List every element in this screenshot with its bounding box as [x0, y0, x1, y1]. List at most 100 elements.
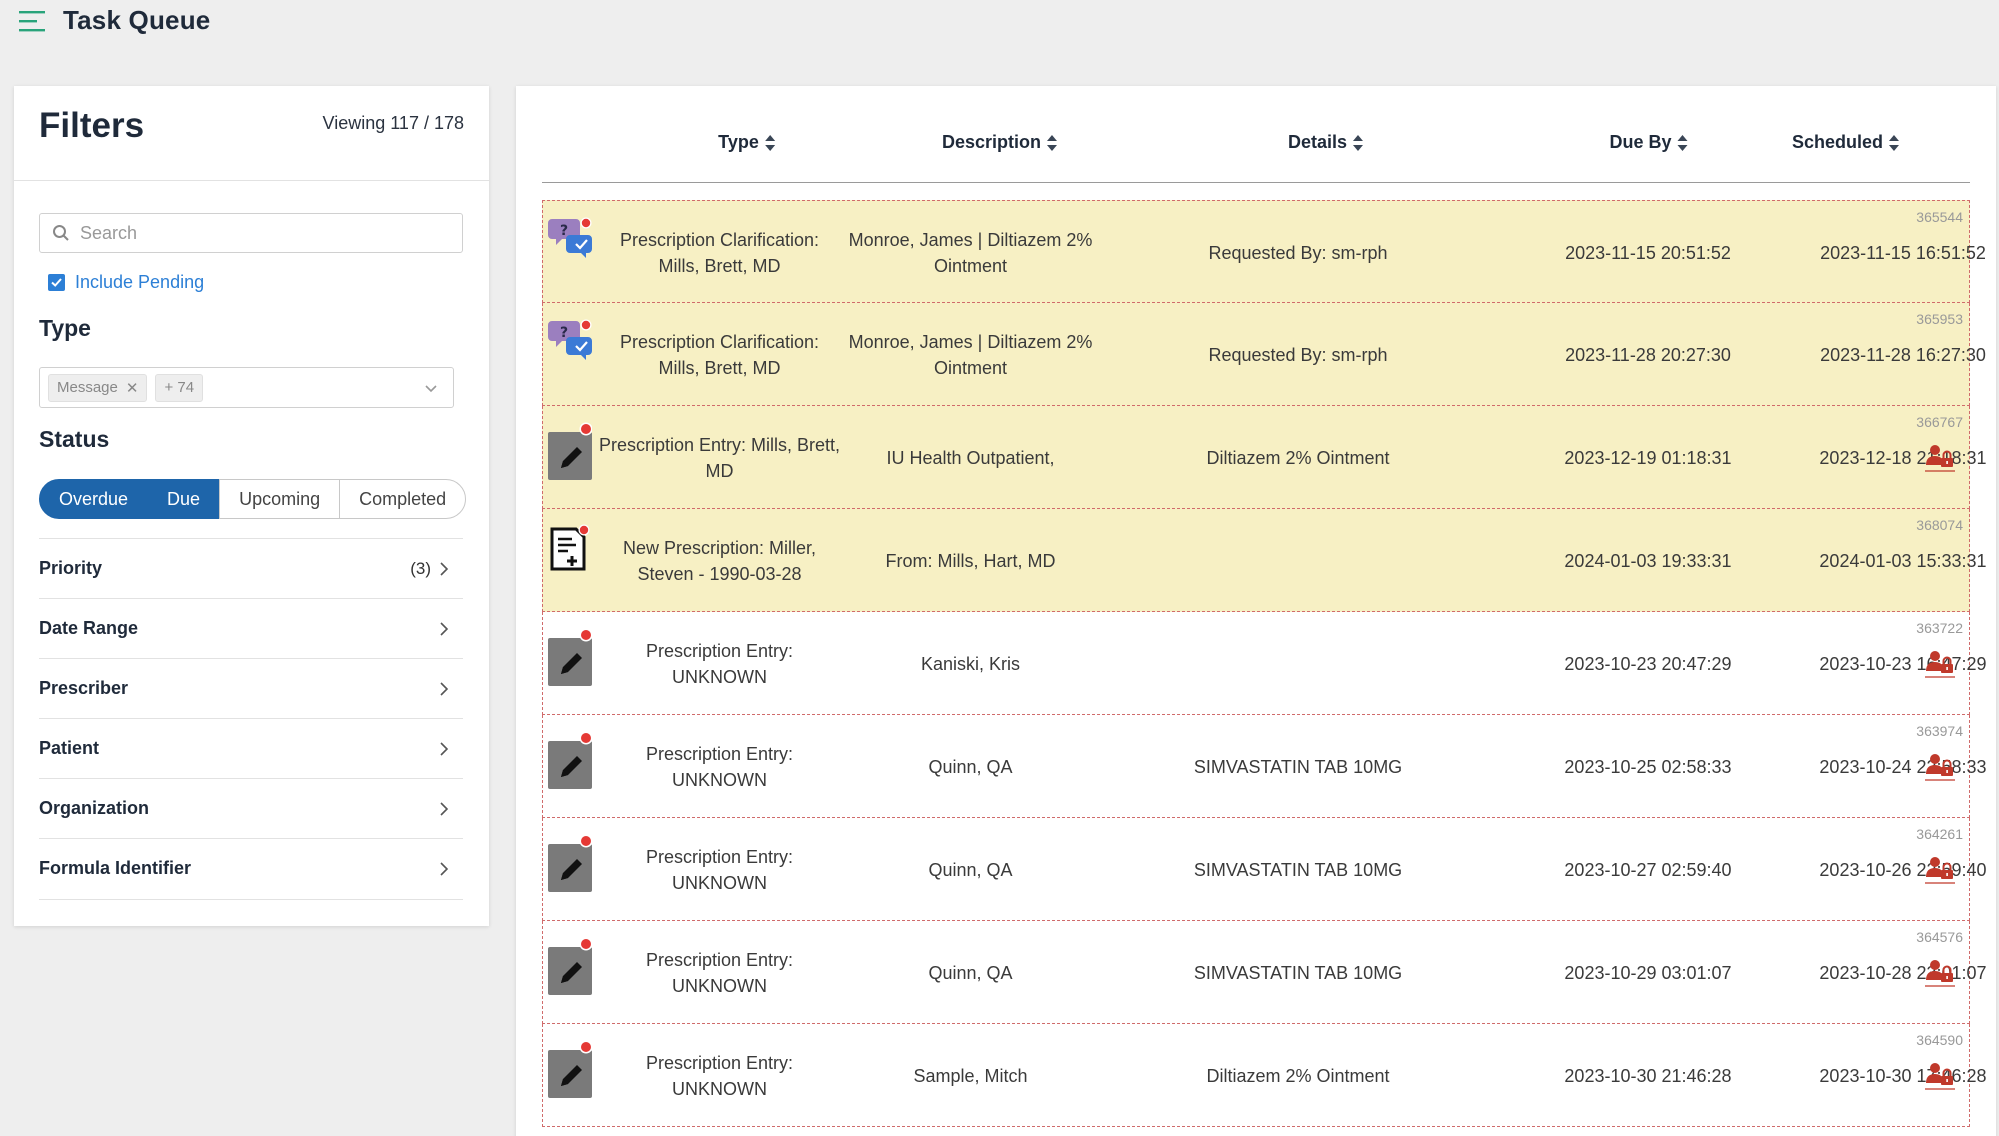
- filter-priority-label: Priority: [39, 558, 103, 578]
- column-header-details[interactable]: Details: [1288, 132, 1364, 153]
- remove-tag-icon[interactable]: ✕: [126, 379, 139, 397]
- viewing-count: Viewing 117 / 178: [322, 113, 464, 133]
- task-due-by: 2024-01-03 19:33:31: [1564, 550, 1732, 571]
- task-scheduled: 2023-10-28 23:01:07: [1819, 962, 1987, 983]
- task-details: Requested By: sm-rph: [1208, 242, 1388, 263]
- filter-date-range[interactable]: Date Range: [39, 598, 463, 658]
- type-tag-more: + 74: [155, 373, 204, 402]
- task-details: Diltiazem 2% Ointment: [1206, 447, 1390, 468]
- table-row-368074[interactable]: 368074 New Prescription: Miller, Steven …: [542, 509, 1987, 612]
- task-type: Prescription Clarification: Mills, Brett…: [619, 331, 820, 378]
- filters-header: Filters Viewing 117 / 178: [14, 86, 489, 181]
- task-details: SIMVASTATIN TAB 10MG: [1193, 859, 1403, 880]
- locked-user-icon[interactable]: [1925, 443, 1955, 473]
- filters-title: Filters: [39, 106, 145, 145]
- filters-panel: Filters Viewing 117 / 178 Include Pendin…: [14, 86, 489, 926]
- checkbox-checked-icon[interactable]: [48, 274, 65, 291]
- task-scheduled: 2023-10-30 17:46:28: [1819, 1065, 1987, 1086]
- edit-icon: [548, 1038, 593, 1098]
- column-header-scheduled[interactable]: Scheduled: [1792, 132, 1900, 153]
- task-type: Prescription Entry: UNKNOWN: [645, 743, 794, 790]
- locked-user-icon[interactable]: [1925, 855, 1955, 885]
- task-details: Diltiazem 2% Ointment: [1206, 1065, 1390, 1086]
- sort-icon[interactable]: [1677, 134, 1689, 152]
- sort-icon[interactable]: [1888, 134, 1900, 152]
- locked-user-icon[interactable]: [1925, 752, 1955, 782]
- chat-question-icon: ?: [548, 215, 592, 275]
- search-field[interactable]: [39, 213, 463, 253]
- type-section-title: Type: [39, 315, 91, 341]
- search-input[interactable]: [80, 222, 440, 244]
- chevron-down-icon[interactable]: [423, 380, 439, 396]
- filter-organization[interactable]: Organization: [39, 778, 463, 838]
- task-scheduled: 2023-11-28 16:27:30: [1820, 344, 1986, 365]
- edit-icon: [548, 729, 593, 789]
- task-description: Kaniski, Kris: [920, 653, 1021, 674]
- table-row-366767[interactable]: 366767 Prescription Entry: Mills, Brett,…: [542, 406, 1987, 509]
- filter-organization-label: Organization: [39, 798, 150, 818]
- type-multiselect[interactable]: Message ✕ + 74: [39, 367, 454, 408]
- task-details: Requested By: sm-rph: [1208, 344, 1388, 365]
- task-description: Quinn, QA: [928, 962, 1013, 983]
- edit-icon: [548, 420, 593, 480]
- menu-icon[interactable]: [19, 9, 47, 33]
- locked-user-icon[interactable]: [1925, 649, 1955, 679]
- include-pending-checkbox[interactable]: Include Pending: [48, 272, 204, 293]
- column-header-due-by[interactable]: Due By: [1609, 132, 1688, 153]
- column-header-type[interactable]: Type: [718, 132, 776, 153]
- chevron-right-icon: [440, 742, 449, 756]
- sort-icon[interactable]: [1352, 134, 1364, 152]
- chevron-right-icon: [440, 562, 449, 576]
- divider: [39, 899, 463, 900]
- task-due-by: 2023-11-15 20:51:52: [1565, 242, 1731, 263]
- task-description: Quinn, QA: [928, 756, 1013, 777]
- filter-formula-identifier[interactable]: Formula Identifier: [39, 838, 463, 898]
- task-table-panel: Type Description Details Due By Schedule…: [516, 86, 1996, 1136]
- edit-icon: [548, 626, 593, 686]
- task-scheduled: 2023-10-26 22:59:40: [1819, 859, 1987, 880]
- filter-patient[interactable]: Patient: [39, 718, 463, 778]
- task-due-by: 2023-10-25 02:58:33: [1564, 756, 1732, 777]
- table-row-363974[interactable]: 363974 Prescription Entry: UNKNOWN Quinn…: [542, 715, 1987, 818]
- table-row-365953[interactable]: 365953 ? Prescription Clarification: Mil…: [542, 303, 1986, 406]
- chevron-right-icon: [440, 682, 449, 696]
- task-details: SIMVASTATIN TAB 10MG: [1193, 756, 1403, 777]
- sort-icon[interactable]: [1046, 134, 1058, 152]
- status-due-button[interactable]: Due: [147, 479, 221, 519]
- task-type: Prescription Entry: UNKNOWN: [645, 640, 794, 687]
- sort-icon[interactable]: [764, 134, 776, 152]
- task-type: Prescription Entry: UNKNOWN: [645, 949, 794, 996]
- column-description-label: Description: [941, 132, 1042, 152]
- task-type: Prescription Clarification: Mills, Brett…: [619, 229, 820, 276]
- locked-user-icon[interactable]: [1925, 1061, 1955, 1091]
- task-due-by: 2023-10-30 21:46:28: [1564, 1065, 1732, 1086]
- chat-question-icon: ?: [548, 317, 592, 377]
- status-completed-button[interactable]: Completed: [339, 479, 467, 519]
- search-icon: [53, 225, 69, 241]
- task-details: [1103, 509, 1493, 612]
- task-due-by: 2023-10-29 03:01:07: [1564, 962, 1732, 983]
- filter-prescriber[interactable]: Prescriber: [39, 658, 463, 718]
- task-description: From: Mills, Hart, MD: [885, 550, 1056, 571]
- table-row-365544[interactable]: 365544 ? Prescription Clarification: Mil…: [542, 200, 1986, 303]
- task-due-by: 2023-10-23 20:47:29: [1564, 653, 1732, 674]
- locked-user-icon[interactable]: [1925, 958, 1955, 988]
- table-row-364590[interactable]: 364590 Prescription Entry: UNKNOWN Sampl…: [542, 1024, 1987, 1127]
- status-section-title: Status: [39, 426, 110, 452]
- column-type-label: Type: [718, 132, 759, 152]
- tag-more-label: + 74: [164, 379, 195, 396]
- table-row-364261[interactable]: 364261 Prescription Entry: UNKNOWN Quinn…: [542, 818, 1987, 921]
- table-row-363722[interactable]: 363722 Prescription Entry: UNKNOWN Kanis…: [542, 612, 1987, 715]
- task-scheduled: 2024-01-03 15:33:31: [1819, 550, 1987, 571]
- include-pending-label[interactable]: Include Pending: [75, 272, 204, 293]
- status-upcoming-button[interactable]: Upcoming: [219, 479, 341, 519]
- table-row-364576[interactable]: 364576 Prescription Entry: UNKNOWN Quinn…: [542, 921, 1987, 1024]
- table-header: Type Description Details Due By Schedule…: [542, 86, 1970, 183]
- filter-priority[interactable]: Priority (3): [39, 538, 463, 598]
- task-type: Prescription Entry: UNKNOWN: [645, 846, 794, 893]
- status-segmented-control: Overdue Due Upcoming Completed: [39, 479, 467, 519]
- task-description: IU Health Outpatient,: [886, 447, 1055, 468]
- status-overdue-button[interactable]: Overdue: [39, 479, 149, 519]
- column-header-description[interactable]: Description: [942, 132, 1058, 153]
- tag-label: Message: [57, 379, 118, 396]
